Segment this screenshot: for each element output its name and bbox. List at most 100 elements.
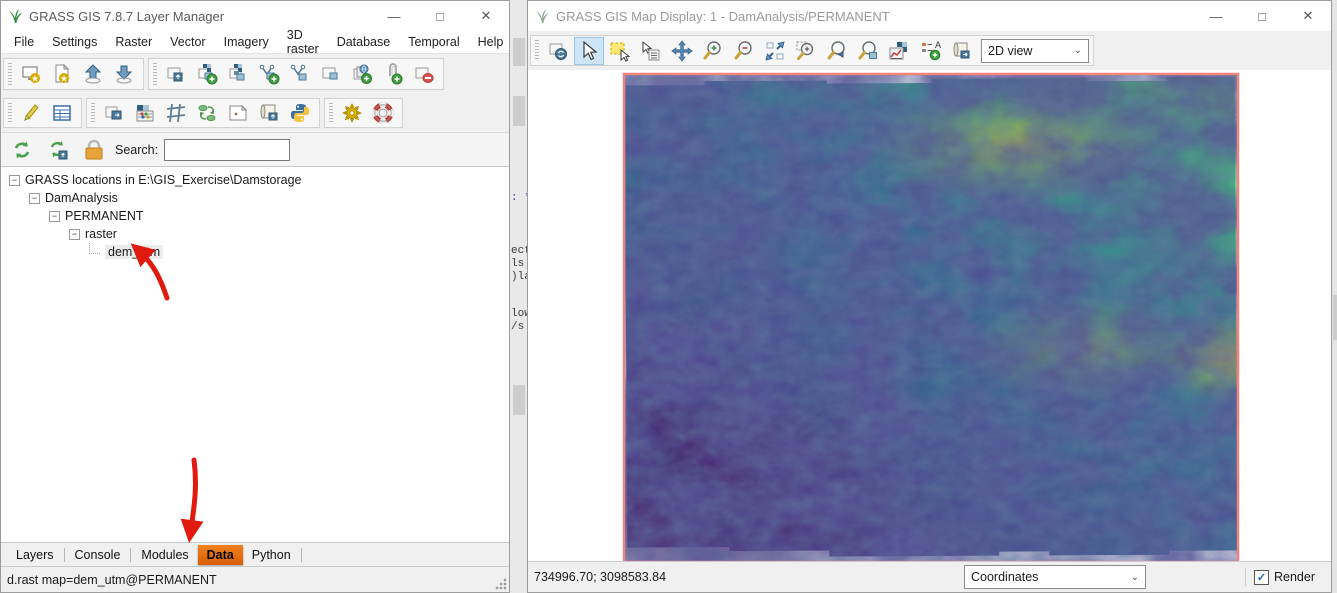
pointer-tool-button[interactable] (574, 37, 604, 65)
toolbar-grip[interactable] (91, 103, 95, 123)
close-button[interactable]: ✕ (463, 1, 509, 31)
render-checkbox[interactable]: ✓ (1254, 570, 1269, 585)
abacus-icon (134, 102, 156, 124)
map-display-titlebar[interactable]: GRASS GIS Map Display: 1 - DamAnalysis/P… (528, 1, 1331, 31)
add-raster-layer-button[interactable] (192, 60, 222, 88)
show-attribute-table-button[interactable] (47, 99, 77, 127)
pan-icon (671, 40, 693, 62)
minimize-button[interactable]: — (371, 1, 417, 31)
toolbar-grip[interactable] (8, 103, 12, 123)
menu-vector[interactable]: Vector (161, 33, 214, 51)
re-render-map-button[interactable] (543, 37, 573, 65)
help-button[interactable] (368, 99, 398, 127)
zoom-out-icon (733, 40, 755, 62)
create-workspace-icon: ★ (51, 63, 73, 85)
view-mode-select[interactable]: 2D view ⌄ (981, 39, 1089, 63)
tree-node-damanalysis[interactable]: − DamAnalysis (1, 189, 509, 207)
cartographic-composer-button[interactable] (223, 99, 253, 127)
add-map-elements-button[interactable]: A (915, 37, 945, 65)
edit-vector-map-button[interactable] (16, 99, 46, 127)
add-multiple-layers-button[interactable] (316, 60, 346, 88)
collapse-expander-icon[interactable]: − (29, 193, 40, 204)
remove-layer-button[interactable] (409, 60, 439, 88)
zoom-options-button[interactable] (853, 37, 883, 65)
tree-node-grass-locations[interactable]: − GRASS locations in E:\GIS_Exercise\Dam… (1, 171, 509, 189)
new-map-display-icon: ★ (20, 63, 42, 85)
pan-button[interactable] (667, 37, 697, 65)
collapse-expander-icon[interactable]: − (9, 175, 20, 186)
search-input[interactable] (164, 139, 290, 161)
new-map-display-button[interactable]: ★ (16, 60, 46, 88)
maximize-button[interactable]: □ (1239, 1, 1285, 31)
tree-node-label[interactable]: GRASS locations in E:\GIS_Exercise\Damst… (25, 173, 302, 187)
add-various-raster-layers-button[interactable] (223, 60, 253, 88)
tab-layers[interactable]: Layers (7, 545, 63, 565)
tree-node-label[interactable]: dem_utm (105, 245, 163, 259)
menu-raster[interactable]: Raster (106, 33, 161, 51)
save-workspace-button[interactable] (109, 60, 139, 88)
zoom-out-button[interactable] (729, 37, 759, 65)
tree-node-label[interactable]: PERMANENT (65, 209, 143, 223)
toolbar-grip[interactable] (535, 40, 539, 61)
zoom-in-button[interactable] (698, 37, 728, 65)
raster-map-calculator-button[interactable] (130, 99, 160, 127)
create-workspace-button[interactable]: ★ (47, 60, 77, 88)
tree-node-raster[interactable]: − raster (1, 225, 509, 243)
toolbar-grip[interactable] (153, 63, 157, 85)
save-workspace-icon (113, 63, 135, 85)
dem-raster (528, 70, 1310, 561)
save-display-to-file-button[interactable] (946, 37, 976, 65)
tree-node-dem-utm[interactable]: dem_utm (1, 243, 509, 261)
add-vector-layer-button[interactable] (254, 60, 284, 88)
add-web-service-layer-button[interactable] (347, 60, 377, 88)
background-scrollbar-segment (513, 385, 525, 415)
collapse-expander-icon[interactable]: − (69, 229, 80, 240)
previous-zoom-button[interactable] (822, 37, 852, 65)
background-text-fragment: ect (511, 245, 528, 257)
collapse-expander-icon[interactable]: − (49, 211, 60, 222)
map-canvas[interactable] (528, 70, 1331, 561)
tree-node-label[interactable]: raster (85, 227, 117, 241)
tab-python[interactable]: Python (243, 545, 300, 565)
toolbar-grip[interactable] (8, 63, 12, 85)
layer-manager-titlebar[interactable]: GRASS GIS 7.8.7 Layer Manager — □ ✕ (1, 1, 509, 31)
add-group-button[interactable] (378, 60, 408, 88)
lock-unlock-mapset-button[interactable] (79, 136, 109, 164)
run-script-button[interactable] (254, 99, 284, 127)
statusbar-mode-select[interactable]: Coordinates ⌄ (964, 565, 1146, 589)
zoom-extent-button[interactable] (760, 37, 790, 65)
reload-mapset-button[interactable] (43, 136, 73, 164)
tree-node-label[interactable]: DamAnalysis (45, 191, 118, 205)
menu-temporal[interactable]: Temporal (399, 33, 468, 51)
reload-tree-button[interactable] (7, 136, 37, 164)
import-export-map-button[interactable] (99, 99, 129, 127)
maximize-button[interactable]: □ (417, 1, 463, 31)
analyze-map-button[interactable] (884, 37, 914, 65)
python-console-button[interactable] (285, 99, 315, 127)
tab-modules[interactable]: Modules (132, 545, 197, 565)
resize-grip[interactable] (495, 578, 507, 590)
menu-help[interactable]: Help (469, 33, 513, 51)
graphical-modeler-button[interactable] (161, 99, 191, 127)
menu-imagery[interactable]: Imagery (215, 33, 278, 51)
reload-tree-icon (11, 139, 33, 161)
toolbar-grip[interactable] (329, 103, 333, 123)
tab-data[interactable]: Data (198, 545, 243, 565)
settings-button[interactable] (337, 99, 367, 127)
render-toggle[interactable]: ✓ Render (1254, 570, 1315, 585)
georectifier-button[interactable] (192, 99, 222, 127)
menu-database[interactable]: Database (328, 33, 400, 51)
menu-settings[interactable]: Settings (43, 33, 106, 51)
close-button[interactable]: ✕ (1285, 1, 1331, 31)
tree-node-permanent[interactable]: − PERMANENT (1, 207, 509, 225)
query-button[interactable] (636, 37, 666, 65)
tab-console[interactable]: Console (66, 545, 130, 565)
zoom-to-region-button[interactable] (791, 37, 821, 65)
select-features-button[interactable] (605, 37, 635, 65)
open-workspace-button[interactable] (78, 60, 108, 88)
load-workspace-layers-button[interactable] (161, 60, 191, 88)
background-scrollbar-segment (513, 96, 525, 126)
add-various-vector-layers-button[interactable] (285, 60, 315, 88)
minimize-button[interactable]: — (1193, 1, 1239, 31)
menu-file[interactable]: File (5, 33, 43, 51)
